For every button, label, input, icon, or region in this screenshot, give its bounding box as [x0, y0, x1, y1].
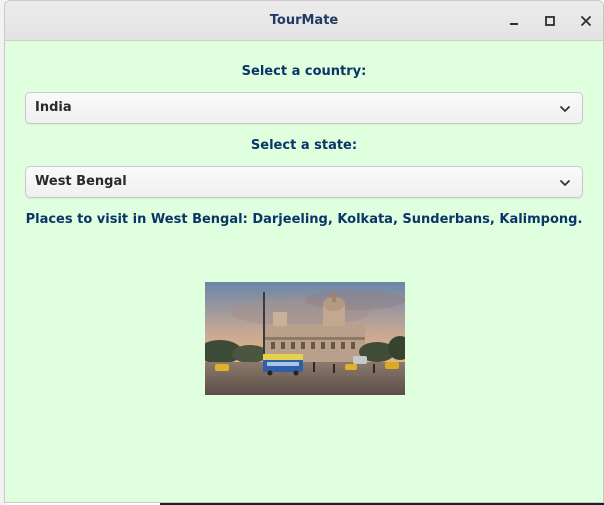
maximize-icon: [545, 16, 555, 26]
places-to-visit-text: Places to visit in West Bengal: Darjeeli…: [25, 212, 583, 227]
main-content: Select a country: India Select a state: …: [5, 41, 603, 502]
country-dropdown[interactable]: India: [25, 92, 583, 124]
country-label: Select a country:: [241, 64, 367, 79]
close-icon: [581, 16, 591, 26]
country-selected-value: India: [35, 100, 72, 115]
minimize-icon: [510, 23, 518, 25]
title-bar[interactable]: TourMate: [5, 1, 603, 41]
destination-photo: [205, 282, 405, 395]
chevron-down-icon: [560, 106, 570, 112]
maximize-button[interactable]: [540, 11, 560, 31]
chevron-down-icon: [560, 180, 570, 186]
app-window: TourMate Select a country: India Select …: [4, 0, 604, 503]
close-button[interactable]: [576, 11, 596, 31]
minimize-button[interactable]: [504, 11, 524, 31]
state-selected-value: West Bengal: [35, 174, 127, 189]
state-dropdown[interactable]: West Bengal: [25, 166, 583, 198]
state-label: Select a state:: [250, 138, 358, 153]
